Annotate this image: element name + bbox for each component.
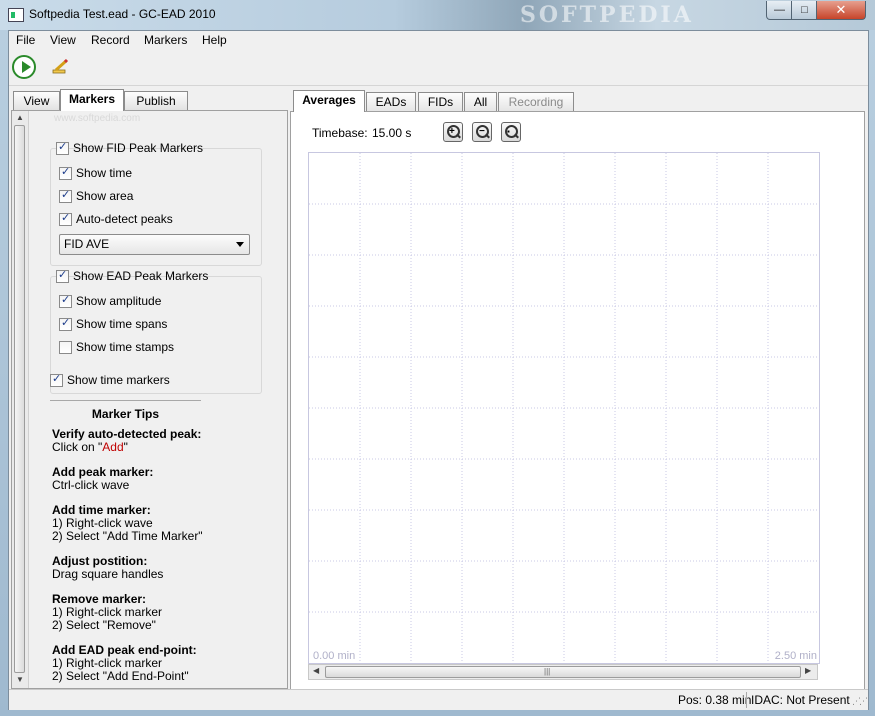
grip-icon: ||| bbox=[544, 667, 551, 676]
checkbox-box[interactable] bbox=[59, 211, 72, 226]
status-bar: Pos: 0.38 min IDAC: Not Present ⋰⋰ bbox=[9, 689, 868, 710]
window-frame: Softpedia Test.ead - GC-EAD 2010 SOFTPED… bbox=[0, 0, 875, 716]
fid-channel-select[interactable]: FID AVE bbox=[59, 234, 250, 255]
tip-verify: Verify auto-detected peak: Click on "Add… bbox=[52, 427, 202, 454]
tab-publish[interactable]: Publish bbox=[124, 91, 188, 110]
tab-all[interactable]: All bbox=[464, 92, 497, 111]
plot-min-time: 0.00 min bbox=[313, 650, 356, 662]
softpedia-watermark: SOFTPEDIA bbox=[520, 2, 694, 28]
tips-divider bbox=[50, 400, 201, 401]
menu-bar: File View Record Markers Help bbox=[9, 31, 868, 50]
left-scroll-thumb[interactable] bbox=[14, 125, 25, 673]
chevron-down-icon bbox=[236, 242, 244, 247]
tip-adjust: Adjust postition: Drag square handles bbox=[52, 554, 164, 581]
menu-markers[interactable]: Markers bbox=[144, 33, 187, 47]
menu-file[interactable]: File bbox=[16, 33, 35, 47]
plot-grid bbox=[309, 153, 819, 663]
tab-averages[interactable]: Averages bbox=[293, 90, 365, 112]
tip-add-peak: Add peak marker: Ctrl-click wave bbox=[52, 465, 154, 492]
checkbox-box[interactable] bbox=[59, 165, 72, 180]
client-area: File View Record Markers Help View Marke… bbox=[8, 30, 869, 710]
tab-markers[interactable]: Markers bbox=[60, 89, 124, 111]
status-idac: IDAC: Not Present bbox=[751, 693, 850, 707]
scroll-right-icon[interactable]: ▶ bbox=[805, 666, 811, 675]
markers-panel: ▲ ▼ www.softpedia.com Show FID Peak Mark… bbox=[11, 110, 288, 689]
close-button[interactable]: ✕ bbox=[816, 1, 866, 20]
averages-panel: Timebase: 15.00 s + − ▪ 0.00 min 2.50 mi… bbox=[290, 111, 865, 690]
checkbox-box[interactable] bbox=[50, 372, 63, 387]
add-link[interactable]: Add bbox=[102, 440, 123, 454]
tab-recording[interactable]: Recording bbox=[498, 92, 574, 111]
toolbar bbox=[9, 51, 868, 86]
plot-scroll-thumb[interactable] bbox=[325, 666, 801, 678]
scroll-up-icon[interactable]: ▲ bbox=[16, 113, 24, 122]
tip-remove: Remove marker: 1) Right-click marker 2) Se… bbox=[52, 592, 163, 632]
checkbox-box[interactable] bbox=[56, 140, 69, 155]
tab-view[interactable]: View bbox=[13, 91, 60, 110]
window-title: Softpedia Test.ead - GC-EAD 2010 bbox=[29, 7, 216, 21]
menu-view[interactable]: View bbox=[50, 33, 76, 47]
status-position: Pos: 0.38 min bbox=[678, 693, 752, 707]
menu-help[interactable]: Help bbox=[202, 33, 227, 47]
zoom-fit-icon[interactable]: ▪ bbox=[501, 122, 521, 142]
timebase-value: 15.00 s bbox=[372, 126, 412, 140]
tip-add-time: Add time marker: 1) Right-click wave 2) Se… bbox=[52, 503, 203, 543]
maximize-button[interactable]: □ bbox=[791, 1, 818, 20]
tab-fids[interactable]: FIDs bbox=[418, 92, 463, 111]
menu-record[interactable]: Record bbox=[91, 33, 130, 47]
resize-grip-icon[interactable]: ⋰⋰ bbox=[852, 696, 868, 707]
plot-horizontal-scrollbar[interactable]: ◀ ||| ▶ bbox=[308, 664, 818, 680]
checkbox-box[interactable] bbox=[56, 268, 69, 283]
app-icon bbox=[8, 8, 24, 22]
left-scrollbar[interactable]: ▲ ▼ bbox=[12, 111, 29, 688]
scroll-down-icon[interactable]: ▼ bbox=[16, 675, 24, 684]
averages-plot[interactable]: 0.00 min 2.50 min bbox=[308, 152, 820, 664]
checkbox-box[interactable] bbox=[59, 341, 72, 354]
tab-eads[interactable]: EADs bbox=[366, 92, 416, 111]
zoom-in-icon[interactable]: + bbox=[443, 122, 463, 142]
show-fid-peak-markers-checkbox[interactable]: Show FID Peak Markers bbox=[56, 140, 203, 156]
plot-max-time: 2.50 min bbox=[774, 650, 817, 662]
minimize-button[interactable]: — bbox=[766, 1, 793, 20]
select-value: FID AVE bbox=[64, 237, 110, 251]
tips-title: Marker Tips bbox=[91, 407, 160, 421]
show-ead-peak-markers-checkbox[interactable]: Show EAD Peak Markers bbox=[56, 268, 208, 284]
checkbox-box[interactable] bbox=[59, 316, 72, 331]
checkbox-box[interactable] bbox=[59, 188, 72, 203]
status-separator bbox=[746, 692, 747, 708]
timebase-label: Timebase: bbox=[312, 126, 368, 140]
zoom-out-icon[interactable]: − bbox=[472, 122, 492, 142]
play-icon[interactable] bbox=[12, 55, 36, 79]
tip-ead-endpoint: Add EAD peak end-point: 1) Right-click ma… bbox=[52, 643, 197, 683]
scroll-left-icon[interactable]: ◀ bbox=[313, 666, 319, 675]
title-bar[interactable]: Softpedia Test.ead - GC-EAD 2010 SOFTPED… bbox=[0, 0, 875, 30]
pencil-icon[interactable] bbox=[52, 59, 70, 75]
checkbox-box[interactable] bbox=[59, 293, 72, 308]
softpedia-url-watermark: www.softpedia.com bbox=[54, 113, 141, 124]
